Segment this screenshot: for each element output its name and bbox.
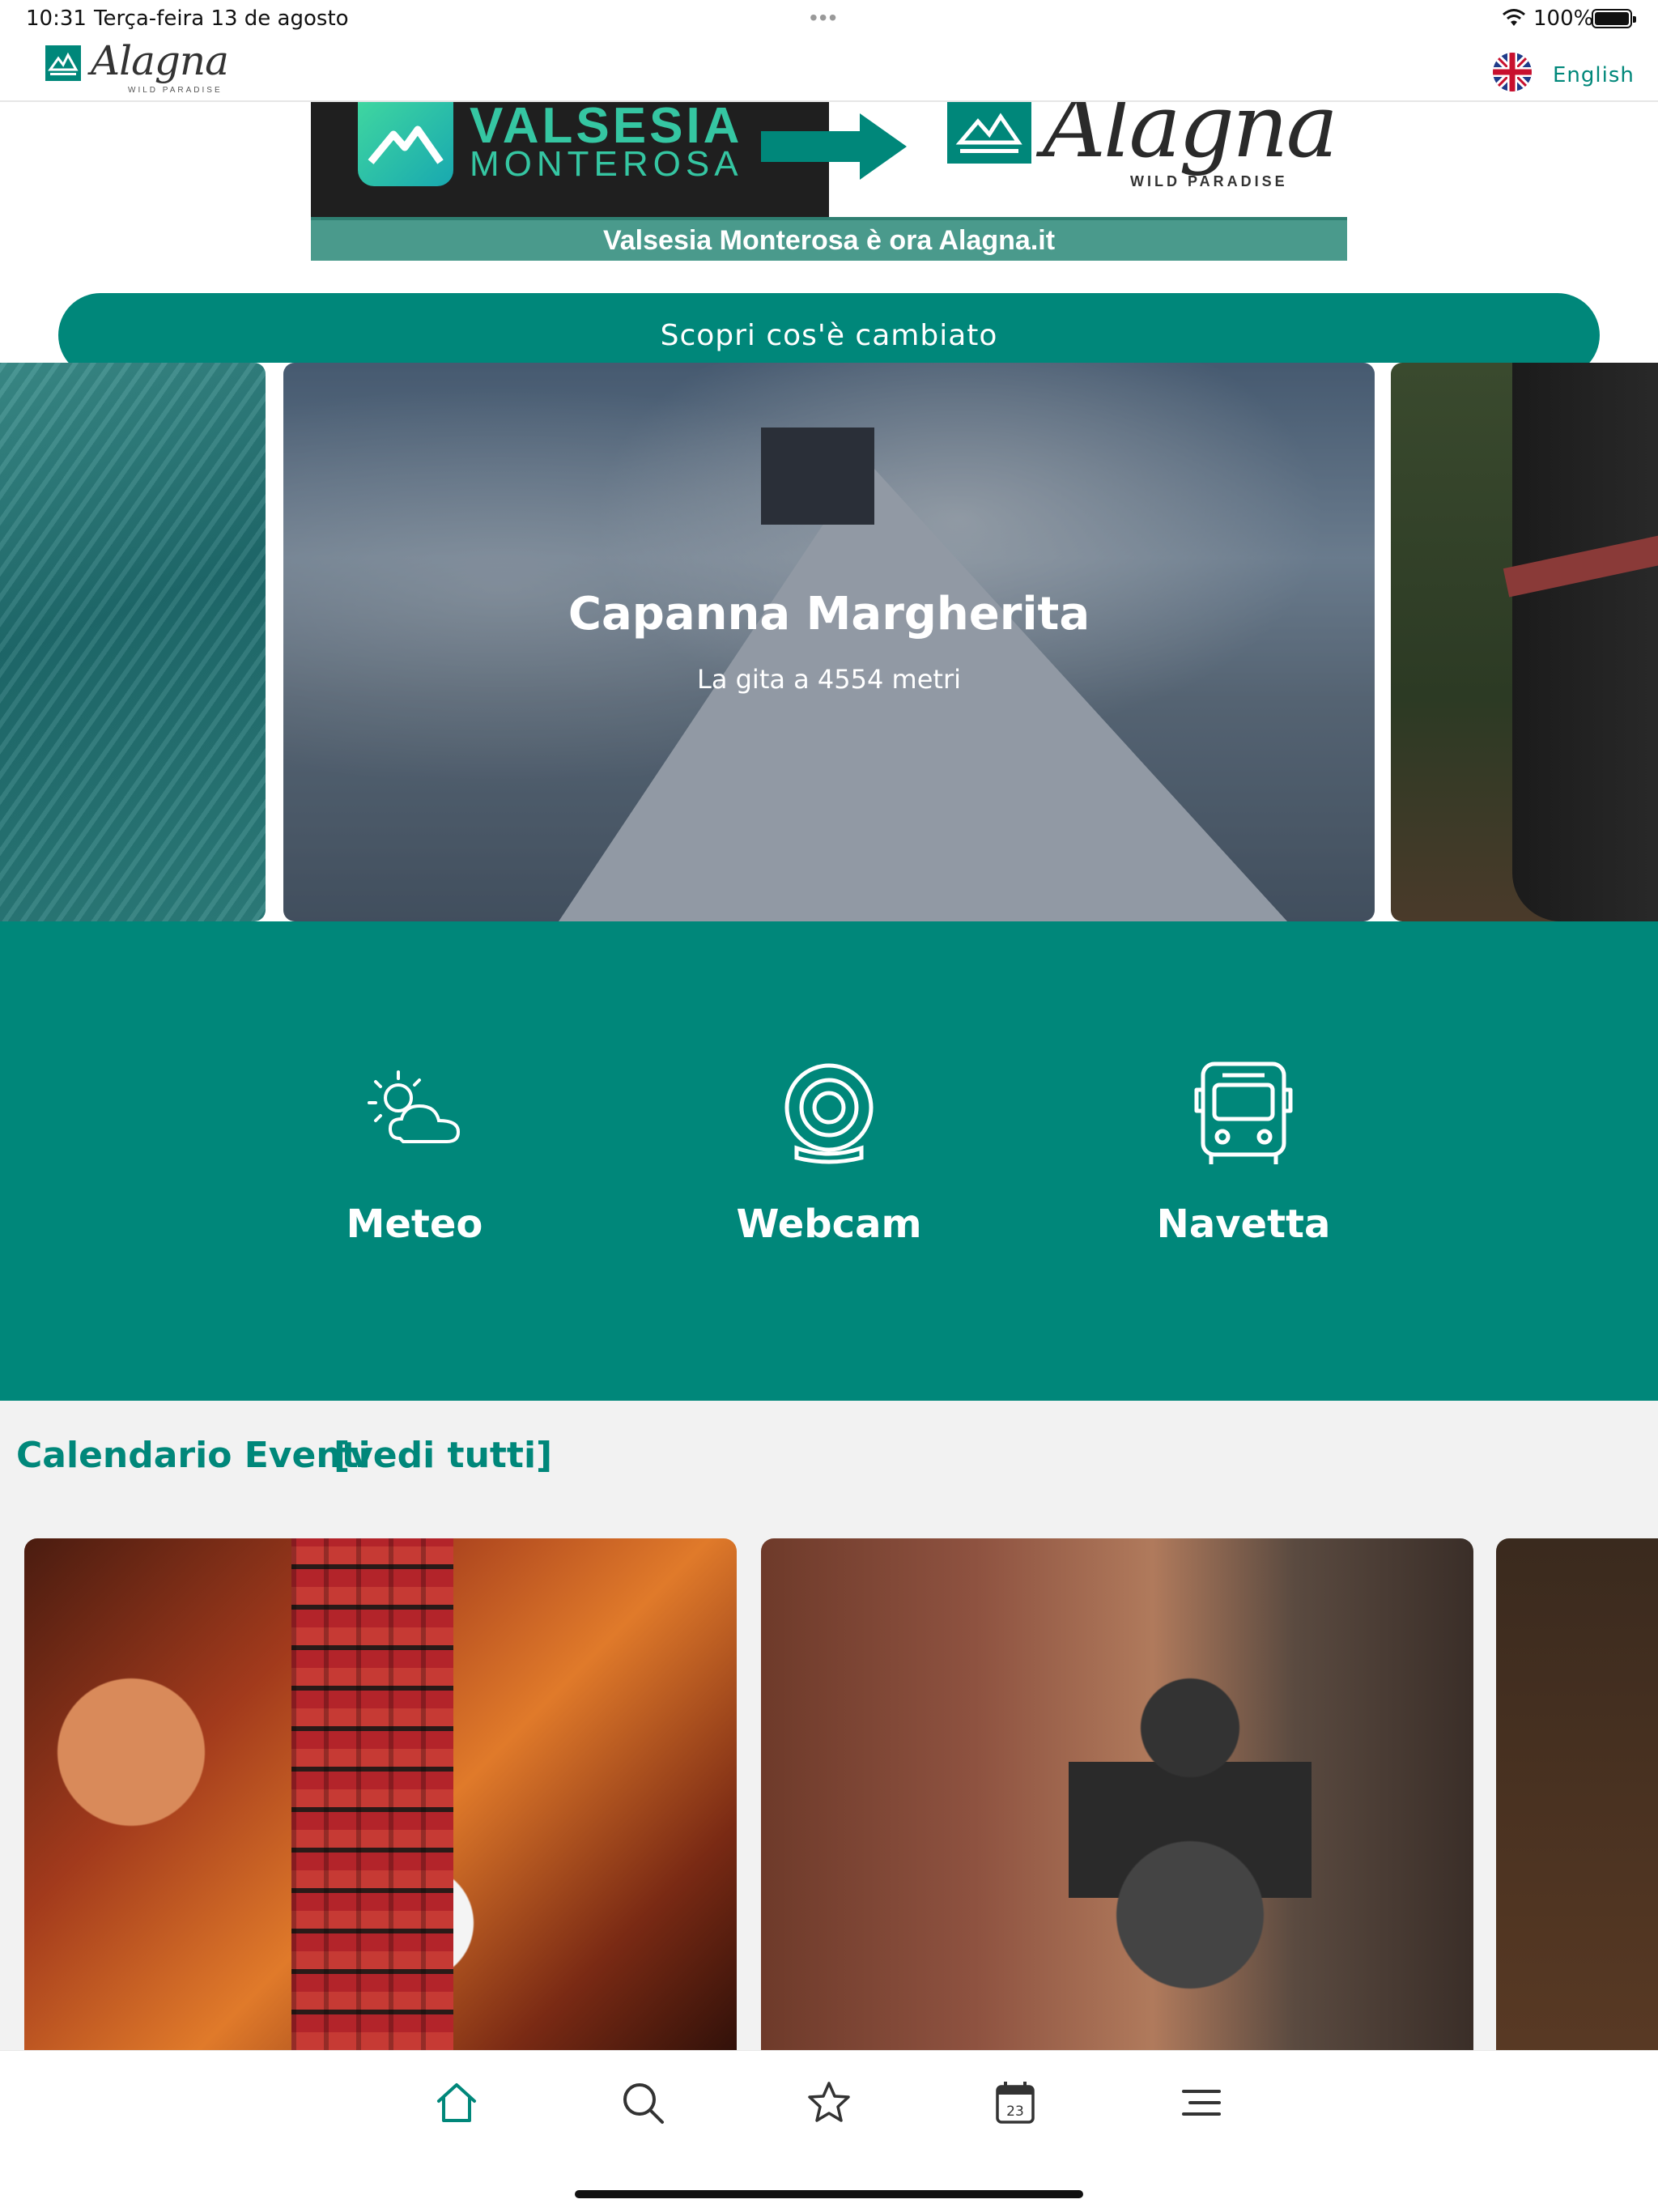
- banner-valsesia-panel: VALSESIA MONTEROSA: [311, 102, 829, 217]
- bus-icon: [1194, 1061, 1293, 1164]
- wifi-icon: [1503, 9, 1525, 26]
- logo-mark-icon: [45, 45, 81, 81]
- rebrand-banner[interactable]: VALSESIA MONTEROSA Alagna WILD PARADISE …: [311, 102, 1347, 261]
- multitasking-dots-icon[interactable]: •••: [810, 5, 838, 31]
- event-card[interactable]: [761, 1538, 1473, 2050]
- tab-favorites[interactable]: [805, 2078, 853, 2127]
- logo-tagline: WILD PARADISE: [128, 86, 223, 95]
- navetta-label: Navetta: [1156, 1202, 1331, 1247]
- services-section: Meteo Webcam Navetta: [0, 921, 1658, 1401]
- banner-strip: Valsesia Monterosa è ora Alagna.it: [311, 217, 1347, 261]
- battery-icon: [1592, 9, 1636, 28]
- carousel-slide-previous[interactable]: [0, 363, 266, 921]
- banner-strip-text: Valsesia Monterosa è ora Alagna.it: [602, 225, 1056, 256]
- webcam-button[interactable]: Webcam: [699, 1057, 959, 1268]
- banner-alagna-tagline: WILD PARADISE: [1130, 173, 1288, 189]
- tab-bar: 23: [0, 2050, 1658, 2212]
- tab-calendar[interactable]: 23: [991, 2078, 1039, 2127]
- menu-icon: [1182, 2090, 1221, 2116]
- featured-carousel[interactable]: Capanna Margherita La gita a 4554 metri: [0, 363, 1658, 921]
- meteo-button[interactable]: Meteo: [285, 1057, 544, 1268]
- battery-percentage: 100%: [1533, 6, 1594, 31]
- calendar-icon: 23: [996, 2082, 1035, 2124]
- tab-menu[interactable]: [1177, 2078, 1226, 2127]
- star-icon: [808, 2082, 850, 2122]
- webcam-label: Webcam: [736, 1202, 922, 1247]
- meteo-label: Meteo: [346, 1202, 483, 1247]
- discover-changes-label: Scopri cos'è cambiato: [660, 319, 998, 352]
- carousel-slide-active[interactable]: Capanna Margherita La gita a 4554 metri: [283, 363, 1375, 921]
- arrow-right-icon: [761, 113, 907, 180]
- calendar-day: 23: [1006, 2104, 1024, 2120]
- slide-subtitle: La gita a 4554 metri: [697, 664, 961, 695]
- navetta-button[interactable]: Navetta: [1114, 1057, 1373, 1268]
- banner-alagna-logo: Alagna: [1043, 102, 1338, 177]
- alagna-logo[interactable]: Alagna WILD PARADISE: [45, 37, 229, 99]
- events-section: Calendario Eventi [vedi tutti]: [0, 1401, 1658, 2050]
- event-card[interactable]: [1496, 1538, 1658, 2050]
- events-heading: Calendario Eventi: [16, 1435, 371, 1476]
- banner-monterosa-text: MONTEROSA: [470, 144, 743, 184]
- tab-search[interactable]: [619, 2078, 667, 2127]
- status-time: 10:31: [26, 6, 87, 31]
- home-icon: [437, 2083, 476, 2122]
- uk-flag-icon: [1493, 53, 1532, 91]
- see-all-events-link[interactable]: [vedi tutti]: [334, 1435, 552, 1476]
- slide-title: Capanna Margherita: [568, 588, 1090, 640]
- home-indicator[interactable]: [575, 2190, 1083, 2198]
- status-date: Terça-feira 13 de agosto: [94, 6, 349, 31]
- logo-text: Alagna: [91, 37, 229, 84]
- carousel-slide-next[interactable]: [1391, 363, 1658, 921]
- language-selector[interactable]: English: [1490, 47, 1643, 94]
- language-label: English: [1553, 63, 1635, 87]
- status-bar: 10:31 Terça-feira 13 de agosto ••• 100%: [0, 0, 1658, 39]
- tab-home[interactable]: [432, 2078, 481, 2127]
- search-icon: [623, 2083, 664, 2124]
- app-header: Alagna WILD PARADISE English: [0, 37, 1658, 102]
- webcam-icon: [784, 1063, 874, 1164]
- weather-icon: [368, 1070, 461, 1143]
- valsesia-mountain-icon: [358, 102, 453, 186]
- event-card[interactable]: [24, 1538, 737, 2050]
- alagna-mark-icon: [947, 102, 1031, 164]
